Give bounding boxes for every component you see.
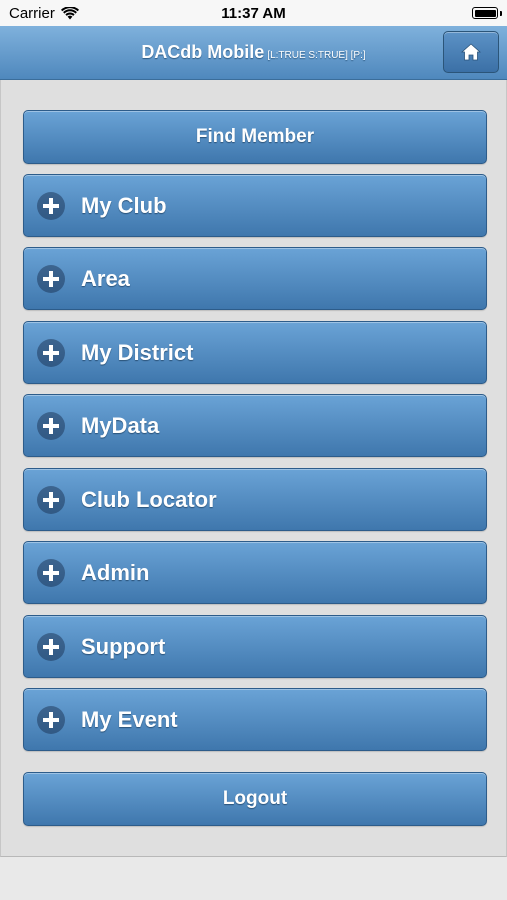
menu-item-label: Support	[81, 633, 166, 659]
plus-circle-icon	[37, 411, 65, 440]
plus-circle-icon	[37, 558, 65, 587]
menu-item-admin[interactable]: Admin	[23, 541, 487, 604]
menu-item-my-club[interactable]: My Club	[23, 174, 487, 237]
find-member-button[interactable]: Find Member	[23, 110, 487, 164]
logout-button[interactable]: Logout	[23, 772, 487, 826]
app-status-subtitle: [L:TRUE S:TRUE] [P:]	[267, 50, 366, 61]
plus-circle-icon	[37, 485, 65, 514]
menu-item-label: My Club	[81, 192, 167, 218]
menu-item-label: Club Locator	[81, 486, 217, 512]
plus-circle-icon	[37, 705, 65, 734]
menu-item-label: Area	[81, 265, 130, 291]
menu-item-support[interactable]: Support	[23, 615, 487, 678]
app-title: DACdb Mobile	[141, 42, 265, 62]
status-bar: Carrier 11:37 AM	[0, 0, 507, 26]
menu-item-club-locator[interactable]: Club Locator	[23, 468, 487, 531]
battery-tip	[500, 11, 502, 16]
plus-circle-icon	[37, 338, 65, 367]
menu-item-my-event[interactable]: My Event	[23, 688, 487, 751]
home-icon	[461, 43, 481, 61]
header-title: DACdb Mobile [L:TRUE S:TRUE] [P:]	[0, 42, 507, 63]
menu-item-label: My Event	[81, 706, 178, 732]
battery-icon	[472, 7, 498, 19]
menu-item-label: MyData	[81, 412, 160, 438]
status-time: 11:37 AM	[221, 5, 286, 22]
menu-item-label: Admin	[81, 559, 150, 585]
menu-item-label: My District	[81, 339, 194, 365]
plus-circle-icon	[37, 264, 65, 293]
main-menu: Find Member My Club Area My District MyD…	[0, 80, 507, 857]
app-header: DACdb Mobile [L:TRUE S:TRUE] [P:]	[0, 26, 507, 80]
plus-circle-icon	[37, 632, 65, 661]
menu-item-area[interactable]: Area	[23, 247, 487, 310]
plus-circle-icon	[37, 191, 65, 220]
menu-item-mydata[interactable]: MyData	[23, 394, 487, 457]
bottom-area	[0, 857, 507, 900]
menu-item-my-district[interactable]: My District	[23, 321, 487, 384]
home-button[interactable]	[443, 31, 499, 73]
